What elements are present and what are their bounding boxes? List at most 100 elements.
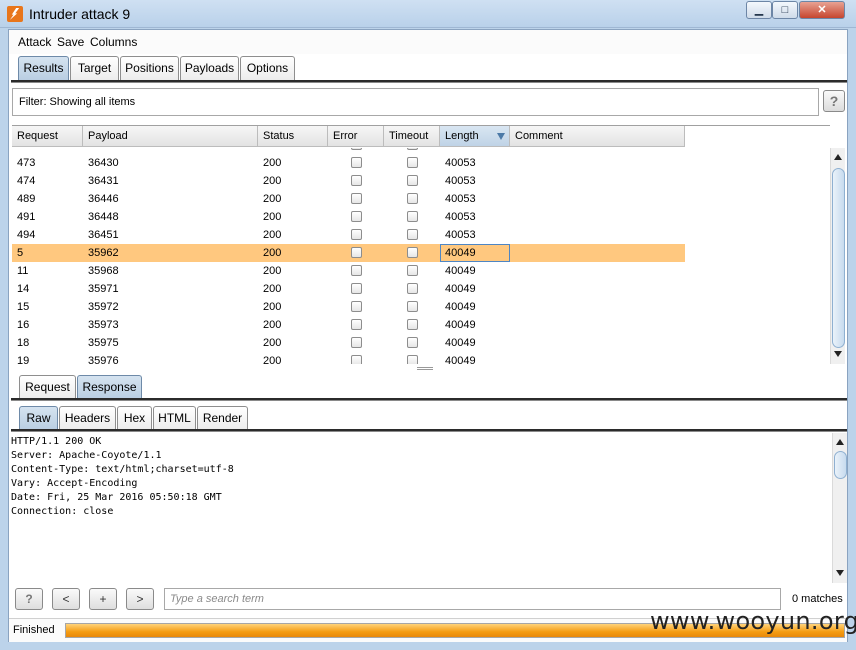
- column-request[interactable]: Request: [12, 126, 83, 147]
- response-line: Vary: Accept-Encoding: [11, 478, 138, 489]
- table-row[interactable]: 15 35972 200 40049: [12, 298, 685, 316]
- filter-label: Filter: Showing all items: [19, 96, 136, 108]
- response-raw-view[interactable]: HTTP/1.1 200 OK Server: Apache-Coyote/1.1…: [9, 433, 847, 585]
- cell-status: 200: [263, 283, 282, 295]
- table-header: Request Payload Status Error Timeout Len…: [12, 126, 685, 148]
- search-help-button[interactable]: ?: [15, 588, 43, 610]
- cell-status: 200: [263, 175, 282, 187]
- column-payload[interactable]: Payload: [83, 126, 258, 147]
- cell-status: 200: [263, 301, 282, 313]
- cell-status: 200: [263, 211, 282, 223]
- cell-payload: 36424: [88, 148, 119, 151]
- scroll-down-icon[interactable]: [834, 351, 842, 357]
- tab-options[interactable]: Options: [240, 56, 295, 80]
- timeout-checkbox: [407, 283, 418, 294]
- table-scroll-thumb[interactable]: [832, 168, 845, 348]
- response-line: Connection: close: [11, 506, 114, 517]
- filter-help-button[interactable]: ?: [823, 90, 845, 112]
- minimize-button[interactable]: ▁: [746, 1, 772, 19]
- table-row[interactable]: 489 36446 200 40053: [12, 190, 685, 208]
- table-row[interactable]: 16 35973 200 40049: [12, 316, 685, 334]
- tab-target[interactable]: Target: [70, 56, 119, 80]
- cell-request: 18: [17, 337, 30, 349]
- search-match-count: 0 matches: [792, 593, 843, 605]
- cell-length: 40049: [445, 355, 476, 364]
- timeout-checkbox: [407, 355, 418, 364]
- table-row[interactable]: 11 35968 200 40049: [12, 262, 685, 280]
- cell-request: 474: [17, 175, 36, 187]
- table-row[interactable]: 474 36431 200 40053: [12, 172, 685, 190]
- tab-headers[interactable]: Headers: [59, 406, 116, 430]
- cell-payload: 35976: [88, 355, 119, 364]
- column-timeout[interactable]: Timeout: [384, 126, 440, 147]
- table-scrollbar[interactable]: [830, 148, 845, 364]
- timeout-checkbox: [407, 193, 418, 204]
- timeout-checkbox: [407, 148, 418, 150]
- tab-hex[interactable]: Hex: [117, 406, 152, 430]
- tab-raw[interactable]: Raw: [19, 406, 58, 430]
- table-row[interactable]: 18 35975 200 40049: [12, 334, 685, 352]
- table-row[interactable]: 19 35976 200 40049: [12, 352, 685, 364]
- search-previous-button[interactable]: <: [52, 588, 80, 610]
- watermark: www.wooyun.org: [650, 607, 856, 635]
- timeout-checkbox: [407, 175, 418, 186]
- tab-results[interactable]: Results: [18, 56, 69, 80]
- cell-payload: 36446: [88, 193, 119, 205]
- column-status[interactable]: Status: [258, 126, 328, 147]
- tab-request[interactable]: Request: [19, 375, 76, 399]
- cell-length: 40049: [445, 301, 476, 313]
- close-button[interactable]: ✕: [799, 1, 845, 19]
- cell-status: 200: [263, 265, 282, 277]
- column-comment[interactable]: Comment: [510, 126, 685, 147]
- menu-save[interactable]: Save: [57, 35, 84, 49]
- timeout-checkbox: [407, 301, 418, 312]
- tab-underline: [11, 80, 847, 83]
- tab-payloads[interactable]: Payloads: [180, 56, 239, 80]
- tab-response[interactable]: Response: [77, 375, 142, 399]
- timeout-checkbox: [407, 319, 418, 330]
- split-pane-handle[interactable]: [417, 367, 433, 370]
- cell-length: 40053: [445, 157, 476, 169]
- cell-length: 40053: [445, 211, 476, 223]
- column-length-label: Length: [445, 130, 479, 142]
- cell-request: 473: [17, 157, 36, 169]
- search-add-button[interactable]: +: [89, 588, 117, 610]
- table-row[interactable]: 14 35971 200 40049: [12, 280, 685, 298]
- tab-positions[interactable]: Positions: [120, 56, 179, 80]
- timeout-checkbox: [407, 337, 418, 348]
- response-line: Server: Apache-Coyote/1.1: [11, 450, 162, 461]
- intruder-window: Attack Save Columns Results Target Posit…: [8, 29, 848, 642]
- cell-request: 494: [17, 229, 36, 241]
- maximize-button[interactable]: □: [772, 1, 798, 19]
- cell-request: 491: [17, 211, 36, 223]
- cell-length: 40053: [445, 193, 476, 205]
- timeout-checkbox: [407, 211, 418, 222]
- reqres-tab-underline: [11, 398, 847, 401]
- tab-html[interactable]: HTML: [153, 406, 196, 430]
- response-scrollbar[interactable]: [832, 433, 847, 583]
- cell-status: 200: [263, 319, 282, 331]
- scroll-up-icon[interactable]: [836, 439, 844, 445]
- menu-attack[interactable]: Attack: [18, 35, 51, 49]
- cell-payload: 35962: [88, 247, 119, 259]
- table-row[interactable]: 494 36451 200 40053: [12, 226, 685, 244]
- menu-columns[interactable]: Columns: [90, 35, 137, 49]
- scroll-down-icon[interactable]: [836, 570, 844, 576]
- table-row-selected[interactable]: 5 35962 200 40049: [12, 244, 685, 262]
- response-scroll-thumb[interactable]: [834, 451, 847, 479]
- cell-status: 200: [263, 229, 282, 241]
- view-tab-underline: [11, 429, 847, 432]
- cell-status: 200: [263, 247, 282, 259]
- column-length[interactable]: Length: [440, 126, 510, 147]
- filter-bar[interactable]: Filter: Showing all items: [12, 88, 819, 116]
- table-row[interactable]: 491 36448 200 40053: [12, 208, 685, 226]
- table-row[interactable]: 473 36430 200 40053: [12, 154, 685, 172]
- title-bar: Intruder attack 9 ▁ □ ✕: [0, 0, 856, 28]
- scroll-up-icon[interactable]: [834, 154, 842, 160]
- cell-request: 19: [17, 355, 30, 364]
- column-error[interactable]: Error: [328, 126, 384, 147]
- search-next-button[interactable]: >: [126, 588, 154, 610]
- tab-render[interactable]: Render: [197, 406, 248, 430]
- cell-length: 40053: [445, 229, 476, 241]
- error-checkbox: [351, 301, 362, 312]
